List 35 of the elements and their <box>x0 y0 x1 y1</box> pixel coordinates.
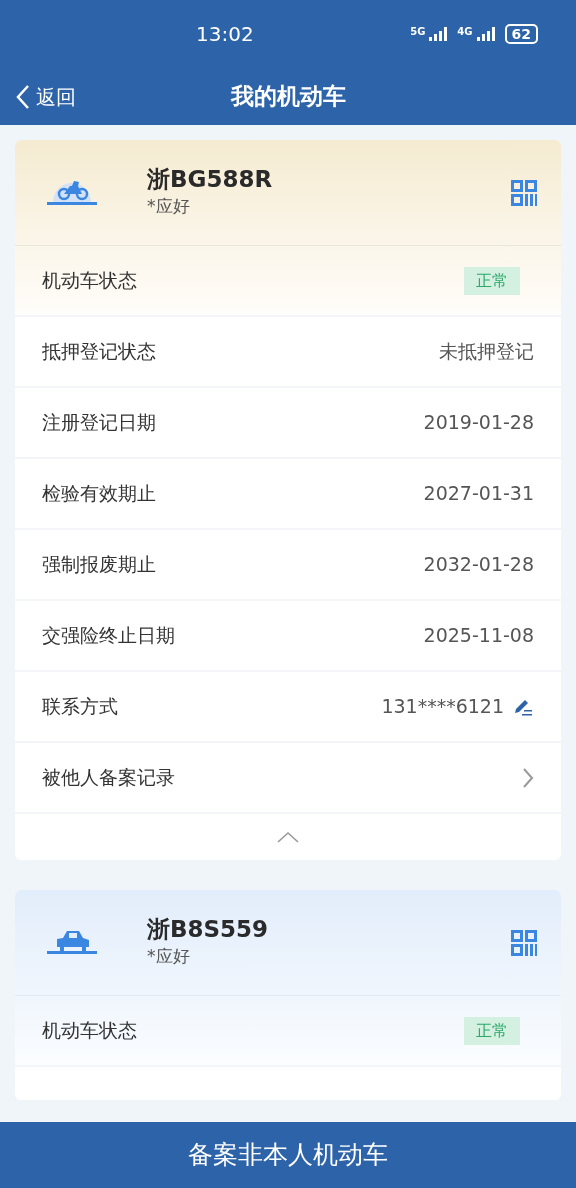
field-label: 交强险终止日期 <box>42 623 175 649</box>
status-badge: 正常 <box>464 266 520 295</box>
chevron-right-icon <box>522 766 534 789</box>
field-label: 联系方式 <box>42 694 118 720</box>
plate-number: 浙B8S559 <box>147 915 269 944</box>
field-label: 机动车状态 <box>42 1018 137 1044</box>
field-value: 2025-11-08 <box>423 623 534 649</box>
phone-number: 131****6121 <box>381 694 504 720</box>
field-label: 注册登记日期 <box>42 410 156 436</box>
car-icon <box>45 930 99 955</box>
plate-number: 浙BG588R <box>147 165 273 194</box>
field-label: 机动车状态 <box>42 268 137 294</box>
back-button[interactable]: 返回 <box>16 81 76 112</box>
signal-indicator: 4G <box>457 27 497 41</box>
record-list-item[interactable]: 被他人备案记录 <box>15 743 561 814</box>
back-icon <box>16 83 30 110</box>
qr-code-icon[interactable] <box>511 929 537 956</box>
field-value: 2027-01-31 <box>423 481 534 507</box>
qr-code-icon[interactable] <box>511 179 537 206</box>
owner-name: *应好 <box>147 194 191 218</box>
page-title: 我的机动车 <box>230 83 346 110</box>
battery-indicator: 62 <box>504 24 538 44</box>
field-value: 未抵押登记 <box>439 339 534 365</box>
chevron-up-icon[interactable] <box>277 831 299 843</box>
field-label: 强制报废期止 <box>42 552 156 578</box>
field-label: 抵押登记状态 <box>42 339 156 365</box>
field-value: 2019-01-28 <box>423 410 534 436</box>
status-badge: 正常 <box>464 1016 520 1045</box>
status-time: 13:02 <box>196 21 254 48</box>
register-vehicle-button[interactable]: 备案非本人机动车 <box>0 1122 576 1188</box>
field-value: 2032-01-28 <box>423 552 534 578</box>
field-label: 检验有效期止 <box>42 481 156 507</box>
owner-name: *应好 <box>147 944 191 968</box>
motorcycle-icon <box>45 179 99 206</box>
signal-indicator: 5G <box>410 27 450 41</box>
